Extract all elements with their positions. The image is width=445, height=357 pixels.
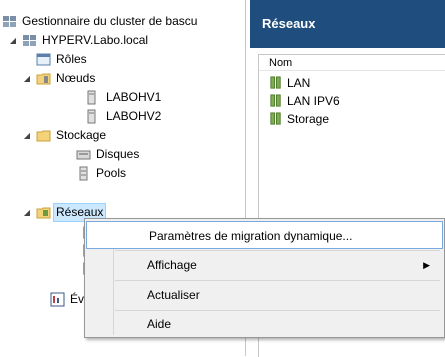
tree-item-nodes[interactable]: ◢ Nœuds: [22, 69, 222, 88]
column-header-name[interactable]: Nom: [259, 55, 445, 71]
list-item[interactable]: Storage: [270, 111, 330, 127]
context-menu: Paramètres de migration dynamique... Aff…: [84, 218, 445, 338]
tree-item-disks[interactable]: Disques: [62, 145, 232, 164]
submenu-arrow-icon: ▶: [423, 260, 430, 270]
list-item-label: Storage: [287, 112, 330, 126]
tree-item-node-2-label: LABOHV2: [106, 109, 162, 123]
tree-item-root[interactable]: Gestionnaire du cluster de bascu: [2, 12, 242, 31]
tree-item-nodes-label: Nœuds: [56, 71, 96, 85]
networks-folder-icon: [36, 207, 51, 219]
tree-item-node-1[interactable]: LABOHV1: [70, 88, 230, 107]
tree-item-root-label: Gestionnaire du cluster de bascu: [22, 14, 198, 28]
tree-item-cluster-label: HYPERV.Labo.local: [42, 33, 149, 47]
network-icon: [270, 94, 281, 107]
menu-item-label: Actualiser: [147, 288, 200, 302]
list-item-label: LAN: [287, 76, 311, 90]
pane-title: Réseaux: [250, 0, 445, 48]
menu-item-view[interactable]: Affichage ▶: [85, 251, 444, 279]
tree-item-roles[interactable]: Rôles: [22, 50, 222, 69]
network-icon: [270, 76, 281, 89]
tree-item-node-1-label: LABOHV1: [106, 90, 162, 104]
tree-item-roles-label: Rôles: [56, 52, 87, 66]
tree-item-storage[interactable]: ◢ Stockage: [22, 126, 222, 145]
disk-icon: [76, 150, 91, 160]
expanded-arrow-icon[interactable]: ◢: [8, 31, 18, 50]
storage-folder-icon: [36, 130, 51, 142]
tree-item-pools[interactable]: Pools: [62, 164, 232, 183]
tree-item-cluster[interactable]: ◢ HYPERV.Labo.local: [8, 31, 238, 50]
expanded-arrow-icon[interactable]: ◢: [22, 203, 32, 222]
tree-item-disks-label: Disques: [96, 147, 140, 161]
cluster-icon: [23, 35, 36, 46]
menu-item-label: Affichage: [147, 258, 197, 272]
menu-item-refresh[interactable]: Actualiser: [85, 281, 444, 309]
events-icon: [50, 292, 65, 307]
list-item[interactable]: LAN: [270, 75, 311, 91]
server-icon: [87, 90, 96, 105]
tree-item-pools-label: Pools: [96, 166, 127, 180]
list-item-label: LAN IPV6: [287, 94, 340, 108]
cluster-manager-icon: [3, 16, 16, 27]
server-icon: [87, 109, 96, 124]
menu-item-label: Aide: [147, 317, 172, 331]
menu-item-help[interactable]: Aide: [85, 310, 444, 338]
network-icon: [270, 112, 281, 125]
list-item[interactable]: LAN IPV6: [270, 93, 340, 109]
menu-item-label: Paramètres de migration dynamique...: [149, 229, 353, 243]
tree-item-storage-label: Stockage: [56, 128, 107, 142]
roles-icon: [36, 53, 51, 66]
menu-item-live-migration-settings[interactable]: Paramètres de migration dynamique...: [86, 221, 443, 249]
expanded-arrow-icon[interactable]: ◢: [22, 69, 32, 88]
tree-item-node-2[interactable]: LABOHV2: [70, 107, 230, 126]
nodes-folder-icon: [36, 73, 51, 85]
pool-icon: [79, 166, 88, 181]
expanded-arrow-icon[interactable]: ◢: [22, 126, 32, 145]
